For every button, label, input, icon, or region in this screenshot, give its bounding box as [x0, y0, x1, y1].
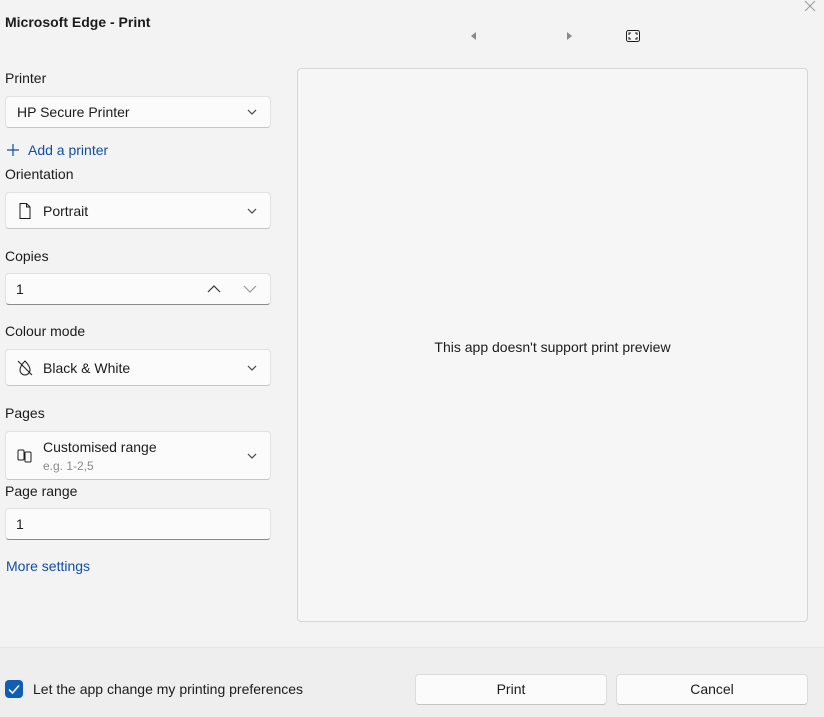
fit-page-icon [626, 30, 640, 42]
window-title: Microsoft Edge - Print [5, 14, 151, 30]
chevron-down-icon [247, 109, 257, 115]
page-range-input[interactable]: 1 [5, 508, 271, 540]
preview-message: This app doesn't support print preview [434, 339, 671, 355]
pages-select[interactable]: Customised range e.g. 1-2,5 [5, 431, 271, 480]
cancel-button[interactable]: Cancel [616, 674, 808, 705]
copies-stepper[interactable]: 1 [5, 273, 271, 305]
plus-icon [7, 144, 19, 156]
print-button[interactable]: Print [415, 674, 607, 705]
pages-icon [17, 449, 32, 462]
increment-button[interactable] [196, 274, 232, 304]
pages-label: Pages [5, 405, 45, 421]
decrement-button[interactable] [232, 274, 268, 304]
orientation-value: Portrait [43, 202, 89, 219]
chevron-down-icon [247, 208, 257, 214]
colour-off-icon [17, 359, 33, 375]
footer-bar: Let the app change my printing preferenc… [0, 647, 824, 717]
previous-page-button[interactable] [466, 28, 482, 44]
copies-label: Copies [5, 248, 49, 264]
add-printer-label: Add a printer [28, 142, 109, 158]
colour-mode-value: Black & White [43, 359, 131, 376]
preferences-checkbox[interactable] [5, 680, 23, 698]
printer-label: Printer [5, 70, 47, 86]
page-range-value: 1 [16, 516, 24, 532]
colour-mode-label: Colour mode [5, 323, 86, 339]
pages-hint: e.g. 1-2,5 [43, 459, 94, 473]
next-page-button[interactable] [562, 28, 578, 44]
print-dialog: Microsoft Edge - Print Printer HP Secure… [0, 0, 824, 717]
page-icon [19, 202, 31, 219]
more-settings-link[interactable]: More settings [6, 558, 90, 574]
printer-value: HP Secure Printer [17, 104, 130, 120]
chevron-down-icon [247, 365, 257, 371]
fit-page-button[interactable] [625, 28, 641, 44]
orientation-label: Orientation [5, 166, 74, 182]
orientation-select[interactable]: Portrait [5, 192, 271, 229]
print-preview-pane: This app doesn't support print preview [297, 68, 808, 622]
chevron-down-icon [247, 453, 257, 459]
checkmark-icon [8, 685, 20, 695]
triangle-left-icon [471, 32, 476, 40]
pages-value: Customised range [43, 439, 157, 455]
close-icon[interactable] [802, 0, 818, 14]
preferences-checkbox-label: Let the app change my printing preferenc… [33, 681, 304, 697]
colour-mode-select[interactable]: Black & White [5, 349, 271, 386]
chevron-down-icon [243, 285, 257, 293]
chevron-up-icon [207, 285, 221, 293]
printer-select[interactable]: HP Secure Printer [5, 96, 271, 128]
copies-value: 1 [16, 281, 24, 297]
triangle-right-icon [567, 32, 572, 40]
page-range-label: Page range [5, 483, 78, 499]
add-printer-link[interactable]: Add a printer [6, 142, 108, 158]
